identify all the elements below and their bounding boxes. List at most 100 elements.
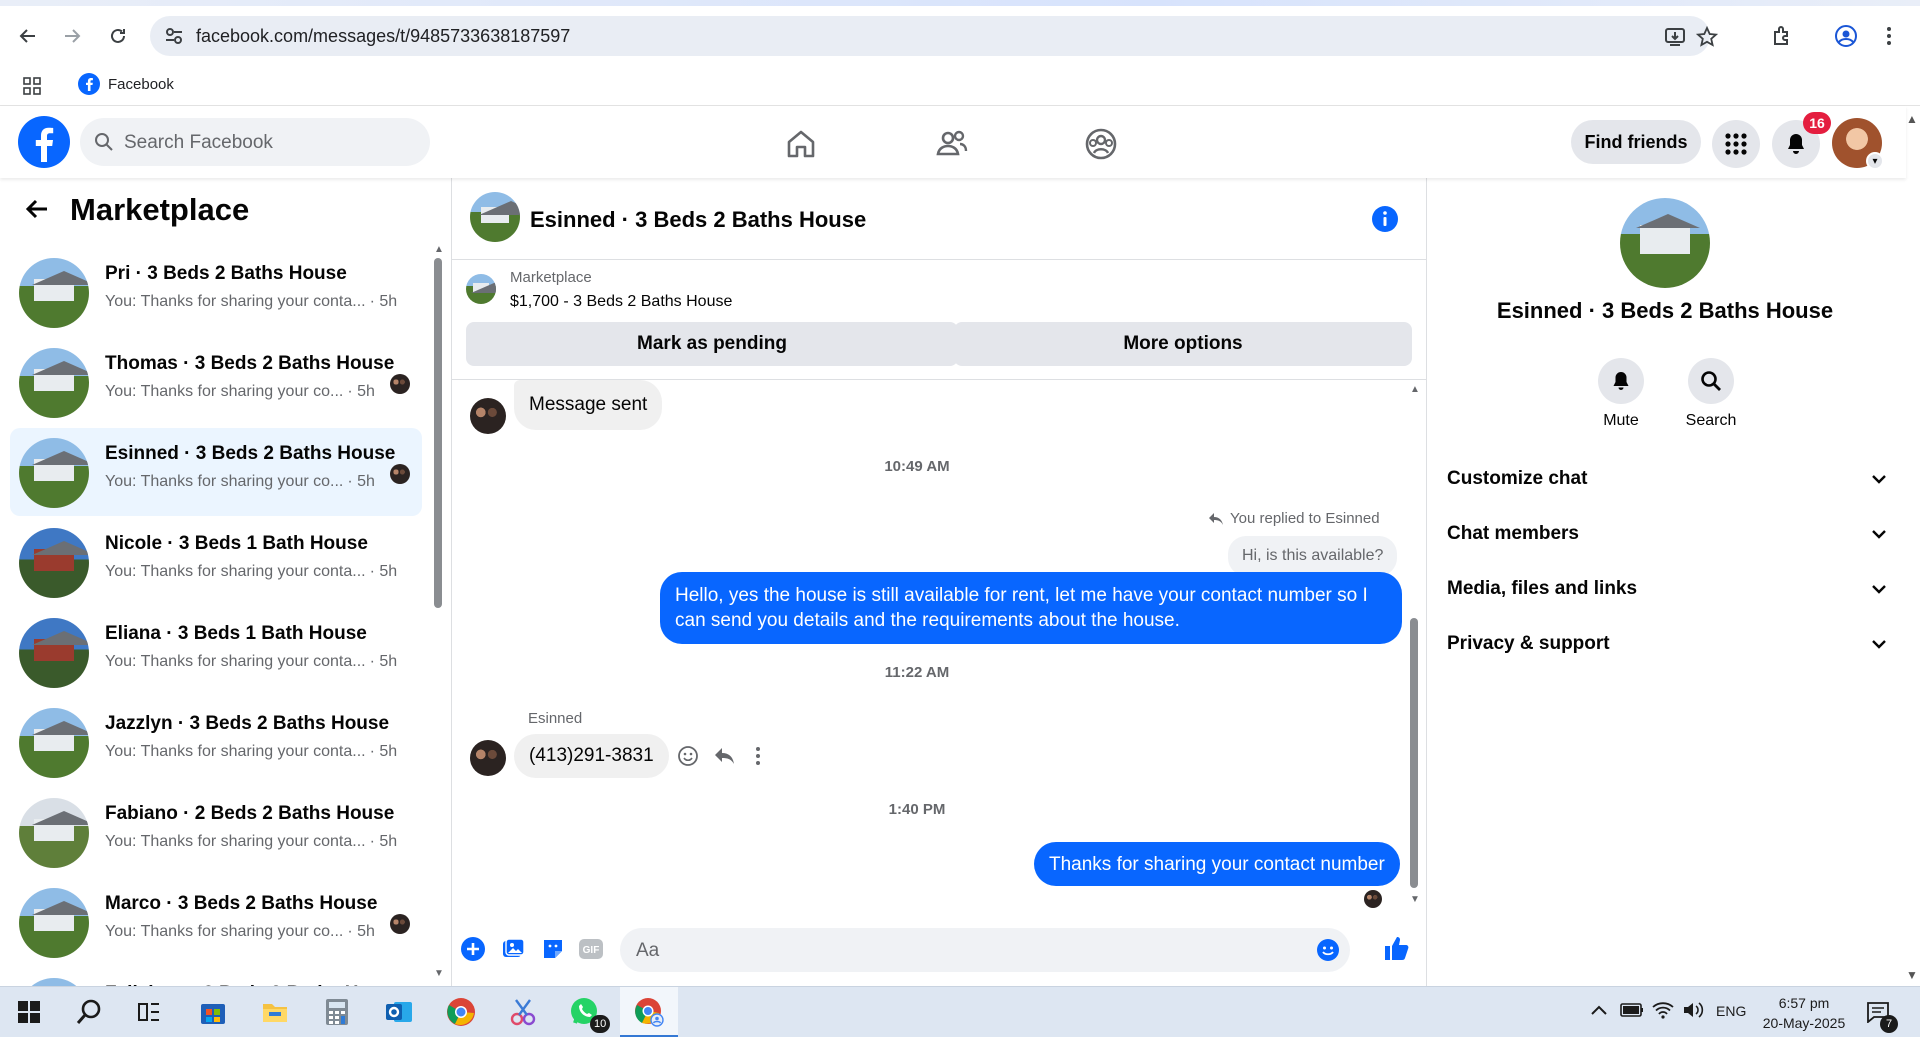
outlook-icon[interactable]: [382, 995, 416, 1029]
site-settings-icon[interactable]: [164, 26, 184, 46]
message-input-placeholder: Aa: [636, 940, 660, 961]
more-vertical-icon[interactable]: [754, 746, 762, 766]
groups-icon[interactable]: [1083, 126, 1119, 162]
conversation-item[interactable]: Esinned · 3 Beds 2 Baths House You: Thank…: [10, 428, 422, 516]
back-arrow-icon[interactable]: [14, 22, 42, 50]
page-scroll-down-arrow-icon[interactable]: ▼: [1906, 968, 1918, 982]
browser-menu-icon[interactable]: [1882, 24, 1896, 48]
customize-chat-section[interactable]: Customize chat: [1447, 459, 1887, 499]
facebook-logo-icon[interactable]: [18, 116, 70, 168]
chrome-icon[interactable]: [444, 995, 478, 1029]
more-options-button[interactable]: More options: [954, 322, 1412, 366]
plus-icon[interactable]: [460, 936, 486, 962]
url-text: facebook.com/messages/t/9485733638187597: [196, 26, 571, 46]
back-arrow-icon[interactable]: [24, 196, 50, 222]
photo-icon[interactable]: [500, 936, 526, 962]
scroll-down-arrow-icon[interactable]: ▼: [434, 968, 444, 979]
bookmark-label: Facebook: [108, 75, 174, 93]
info-icon[interactable]: [1372, 206, 1398, 232]
panel-title: Marketplace: [70, 192, 250, 227]
chrome-profile-icon[interactable]: [632, 995, 666, 1029]
scroll-down-arrow-icon[interactable]: ▼: [1410, 894, 1420, 905]
message-bubble-incoming[interactable]: (413)291-3831: [514, 734, 669, 778]
emoji-icon[interactable]: [1316, 938, 1340, 962]
preview-time: · 5h: [347, 923, 375, 940]
listing-thumbnail[interactable]: [466, 274, 496, 304]
calculator-icon[interactable]: [320, 995, 354, 1029]
chat-details-panel: Esinned · 3 Beds 2 Baths House Mute Sear…: [1426, 178, 1906, 986]
tray-chevron-up-icon[interactable]: [1590, 1003, 1608, 1017]
message-bubble-incoming[interactable]: Message sent: [514, 380, 663, 430]
chat-title[interactable]: Esinned · 3 Beds 2 Baths House: [530, 207, 866, 233]
snipping-tool-icon[interactable]: [506, 995, 540, 1029]
message-bubble-outgoing[interactable]: Thanks for sharing your contact number: [1034, 842, 1400, 886]
search-in-chat-button[interactable]: Search: [1666, 358, 1756, 430]
privacy-support-section[interactable]: Privacy & support: [1447, 624, 1887, 664]
media-files-links-section[interactable]: Media, files and links: [1447, 569, 1887, 609]
message-input[interactable]: Aa: [620, 928, 1350, 972]
mute-button[interactable]: Mute: [1576, 358, 1666, 430]
sender-avatar[interactable]: [470, 398, 506, 434]
react-emoji-icon[interactable]: [677, 745, 699, 767]
preview-text: You: Thanks for sharing your conta...: [105, 293, 366, 310]
task-view-icon[interactable]: [132, 995, 166, 1029]
menu-button[interactable]: [1712, 120, 1760, 168]
conversation-item[interactable]: Jazzlyn · 3 Beds 2 Baths House You: Thank…: [10, 698, 422, 786]
quoted-message[interactable]: Hi, is this available?: [1228, 536, 1398, 576]
friends-icon[interactable]: [934, 126, 970, 162]
conversation-list-scrollbar[interactable]: [434, 258, 442, 608]
scroll-up-arrow-icon[interactable]: ▲: [434, 244, 444, 255]
volume-icon[interactable]: [1682, 1001, 1704, 1019]
conversation-item[interactable]: Eliana · 3 Beds 1 Bath House You: Thanks …: [10, 608, 422, 696]
taskbar-search-icon[interactable]: [72, 995, 106, 1029]
reload-icon[interactable]: [104, 22, 132, 50]
chat-members-section[interactable]: Chat members: [1447, 514, 1887, 554]
facebook-search-input[interactable]: Search Facebook: [80, 118, 430, 166]
message-bubble-outgoing[interactable]: Hello, yes the house is still available …: [660, 572, 1402, 644]
apps-grid-icon[interactable]: [22, 76, 42, 96]
windows-start-icon[interactable]: [12, 995, 46, 1029]
battery-icon[interactable]: [1620, 1001, 1644, 1019]
scroll-up-arrow-icon[interactable]: ▲: [1410, 384, 1420, 395]
conversation-item[interactable]: Thomas · 3 Beds 2 Baths House You: Thanks…: [10, 338, 422, 426]
message-thread-scrollbar[interactable]: [1410, 618, 1418, 888]
bookmark-facebook[interactable]: Facebook: [78, 73, 174, 95]
profile-icon[interactable]: [1834, 24, 1858, 48]
file-explorer-icon[interactable]: [258, 995, 292, 1029]
extensions-icon[interactable]: [1770, 24, 1794, 48]
forward-arrow-icon[interactable]: [58, 22, 86, 50]
system-clock[interactable]: 6:57 pm 20-May-2025: [1756, 993, 1852, 1033]
seen-by-avatar: [1364, 890, 1382, 908]
thumbs-up-icon[interactable]: [1382, 934, 1410, 962]
reply-label: You replied to Esinned: [1230, 510, 1380, 527]
chat-details-avatar[interactable]: [1620, 198, 1710, 288]
sticker-icon[interactable]: [540, 936, 566, 962]
search-icon: [1701, 371, 1721, 391]
reply-indicator: You replied to Esinned: [1208, 510, 1380, 527]
section-label: Media, files and links: [1447, 578, 1638, 599]
gif-icon[interactable]: GIF: [578, 936, 604, 962]
conversation-item[interactable]: Pri · 3 Beds 2 Baths House You: Thanks fo…: [10, 248, 422, 336]
sender-avatar[interactable]: [470, 740, 506, 776]
reply-icon[interactable]: [713, 746, 735, 766]
conversation-item[interactable]: Feliciana · 3 Beds 2 Baths House: [10, 968, 422, 986]
bookmark-star-icon[interactable]: [1696, 26, 1718, 48]
conversation-item[interactable]: Nicole · 3 Beds 1 Bath House You: Thanks …: [10, 518, 422, 606]
microsoft-store-icon[interactable]: [196, 995, 230, 1029]
mark-as-pending-button[interactable]: Mark as pending: [466, 322, 958, 366]
find-friends-button[interactable]: Find friends: [1571, 120, 1701, 164]
conversation-item[interactable]: Fabiano · 2 Beds 2 Baths House You: Thank…: [10, 788, 422, 876]
wifi-icon[interactable]: [1652, 1001, 1674, 1019]
conversation-item[interactable]: Marco · 3 Beds 2 Baths House You: Thanks …: [10, 878, 422, 966]
conversation-avatar: [19, 978, 89, 986]
reply-icon: [1209, 512, 1223, 525]
chat-avatar[interactable]: [470, 192, 520, 242]
language-indicator[interactable]: ENG: [1716, 1003, 1746, 1019]
home-icon[interactable]: [783, 126, 819, 162]
page-scroll-up-arrow-icon[interactable]: ▲: [1906, 112, 1918, 126]
listing-price[interactable]: $1,700 - 3 Beds 2 Baths House: [510, 293, 732, 311]
chevron-down-icon[interactable]: ▾: [1866, 152, 1884, 170]
read-receipt-avatar: [390, 374, 410, 394]
install-app-icon[interactable]: [1664, 26, 1686, 48]
address-bar[interactable]: facebook.com/messages/t/9485733638187597: [150, 16, 1718, 56]
